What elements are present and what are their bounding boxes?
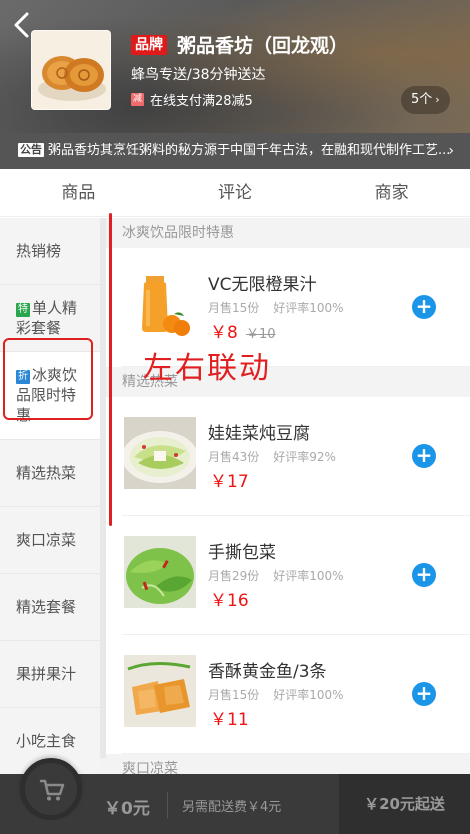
sidebar-item-set-meals[interactable]: 精选套餐 <box>0 574 100 641</box>
add-to-cart-button[interactable]: + <box>412 682 436 706</box>
section-title: 爽口凉菜 <box>100 754 470 774</box>
promotions-count-button[interactable]: 5个 › <box>401 86 450 114</box>
sidebar-item-label: 小吃主食 <box>16 732 77 750</box>
food-price: ￥11 <box>210 710 249 730</box>
plus-icon: + <box>415 294 433 318</box>
promotions-count: 5个 <box>411 92 433 107</box>
sidebar-item-hot[interactable]: 热销榜 <box>0 218 100 285</box>
category-sidebar[interactable]: 热销榜 特单人精彩套餐 折冰爽饮品限时特惠 精选热菜 爽口凉菜 精选套餐 果拼果… <box>0 218 100 774</box>
plus-icon: + <box>415 443 433 467</box>
sidebar-item-label: 果拼果汁 <box>16 665 77 683</box>
checkout-button[interactable]: ￥20元起送 <box>339 774 470 834</box>
promo-text: 在线支付满28减5 <box>150 94 253 109</box>
scroll-track <box>100 218 106 758</box>
food-stats: 月售15份 好评率100% <box>208 686 344 703</box>
shopping-cart-icon <box>39 779 65 801</box>
food-rating: 好评率100% <box>273 688 344 702</box>
divider <box>167 792 168 818</box>
food-name: VC无限橙果汁 <box>208 275 317 295</box>
food-price: ￥17 <box>210 472 249 492</box>
food-price: ￥8 <box>210 323 238 343</box>
cart-total: ￥0元 <box>104 799 150 819</box>
shop-logo <box>31 30 111 110</box>
tab-bar: 商品 评论 商家 <box>0 169 470 217</box>
food-image <box>124 655 196 727</box>
food-rating: 好评率100% <box>273 301 344 315</box>
chevron-right-icon: › <box>448 143 454 159</box>
food-stats: 月售15份 好评率100% <box>208 299 344 316</box>
food-stats: 月售43份 好评率92% <box>208 448 336 465</box>
plus-icon: + <box>415 562 433 586</box>
food-sales: 月售15份 <box>208 301 260 315</box>
tab-goods[interactable]: 商品 <box>0 169 157 216</box>
annotation-line <box>109 213 112 526</box>
sidebar-item-label: 精选套餐 <box>16 598 77 616</box>
food-list[interactable]: 冰爽饮品限时特惠 VC无限橙果汁 月售15份 好评率100% ￥8 ￥10 + 精… <box>100 218 470 774</box>
food-stats: 月售29份 好评率100% <box>208 567 344 584</box>
food-name: 娃娃菜炖豆腐 <box>208 424 310 444</box>
add-to-cart-button[interactable]: + <box>412 444 436 468</box>
add-to-cart-button[interactable]: + <box>412 295 436 319</box>
sidebar-item-label: 爽口凉菜 <box>16 531 77 549</box>
chevron-right-icon: › <box>435 93 440 106</box>
annotation-text: 左右联动 <box>143 351 271 386</box>
food-name: 手撕包菜 <box>208 543 276 563</box>
notice-bar[interactable]: 公告 粥品香坊其烹饪粥料的秘方源于中国千年古法，在融和现代制作工艺... › <box>0 133 470 169</box>
section-title: 冰爽饮品限时特惠 <box>100 218 470 248</box>
sidebar-item-label: 精选热菜 <box>16 464 77 482</box>
tab-seller[interactable]: 商家 <box>313 169 470 216</box>
highlight-box <box>3 338 93 420</box>
food-item[interactable]: 娃娃菜炖豆腐 月售43份 好评率92% ￥17 + <box>122 397 470 516</box>
sidebar-item-hot-dishes[interactable]: 精选热菜 <box>0 440 100 507</box>
add-to-cart-button[interactable]: + <box>412 563 436 587</box>
notice-text: 粥品香坊其烹饪粥料的秘方源于中国千年古法，在融和现代制作工艺... <box>48 143 451 158</box>
plus-icon: + <box>415 681 433 705</box>
food-sales: 月售43份 <box>208 450 260 464</box>
discount-icon: 减 <box>131 93 144 106</box>
food-image <box>124 417 196 489</box>
food-price: ￥16 <box>210 591 249 611</box>
shop-name: 粥品香坊（回龙观） <box>177 35 349 57</box>
food-sales: 月售29份 <box>208 569 260 583</box>
shop-header: 品牌 粥品香坊（回龙观） 蜂鸟专送/38分钟送达 减 在线支付满28减5 5个 › <box>0 0 470 133</box>
food-name: 香酥黄金鱼/3条 <box>208 662 327 682</box>
cart-button[interactable] <box>20 758 82 820</box>
food-image <box>124 268 196 340</box>
food-item[interactable]: 香酥黄金鱼/3条 月售15份 好评率100% ￥11 + <box>122 635 470 754</box>
food-sales: 月售15份 <box>208 688 260 702</box>
special-badge-icon: 特 <box>16 303 30 317</box>
food-item[interactable]: 手撕包菜 月售29份 好评率100% ￥16 + <box>122 516 470 635</box>
food-rating: 好评率100% <box>273 569 344 583</box>
notice-tag: 公告 <box>18 143 44 157</box>
food-old-price: ￥10 <box>246 327 276 342</box>
tab-ratings[interactable]: 评论 <box>157 169 314 216</box>
delivery-fee: 另需配送费￥4元 <box>182 800 282 815</box>
sidebar-item-fruit[interactable]: 果拼果汁 <box>0 641 100 708</box>
food-image <box>124 536 196 608</box>
sidebar-item-cold-dishes[interactable]: 爽口凉菜 <box>0 507 100 574</box>
delivery-info: 蜂鸟专送/38分钟送达 <box>131 67 266 83</box>
sidebar-item-label: 热销榜 <box>16 242 62 260</box>
brand-badge: 品牌 <box>131 35 167 55</box>
food-rating: 好评率92% <box>273 450 336 464</box>
